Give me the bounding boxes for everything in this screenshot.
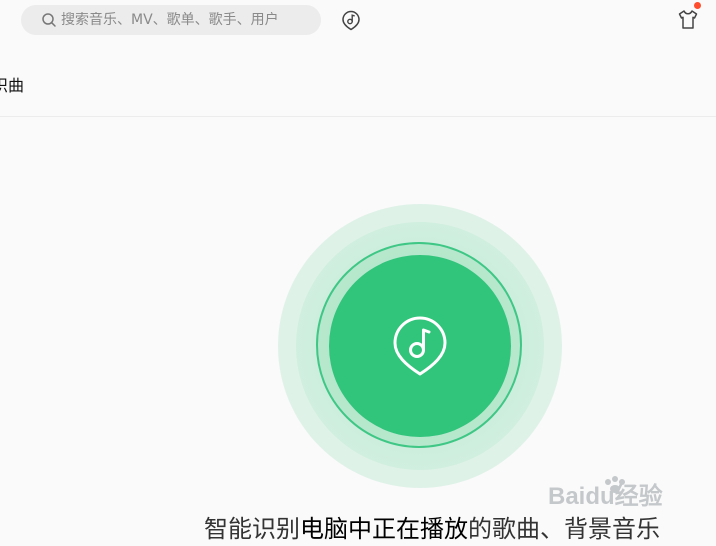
baidu-watermark: Baidu经验 xyxy=(548,476,663,510)
divider xyxy=(0,116,716,117)
music-note-icon xyxy=(342,10,360,31)
tab-recognize-song[interactable]: 识曲 xyxy=(0,72,24,96)
tab-row: 识曲 xyxy=(0,70,716,98)
music-note-icon xyxy=(393,316,447,376)
caption-part-1: 智能识别 xyxy=(204,515,300,543)
tshirt-icon[interactable] xyxy=(676,8,700,32)
start-recognition-button[interactable] xyxy=(329,255,511,437)
music-recognize-button[interactable] xyxy=(340,9,362,31)
search-box[interactable] xyxy=(21,5,321,35)
top-bar xyxy=(0,0,716,40)
search-icon xyxy=(42,13,56,27)
recognition-disc xyxy=(278,204,562,488)
search-input[interactable] xyxy=(61,12,301,28)
notification-dot xyxy=(694,2,701,9)
watermark-text: Baidu经验 xyxy=(548,482,663,510)
caption-part-2: 电脑中正在播放 xyxy=(300,515,468,543)
